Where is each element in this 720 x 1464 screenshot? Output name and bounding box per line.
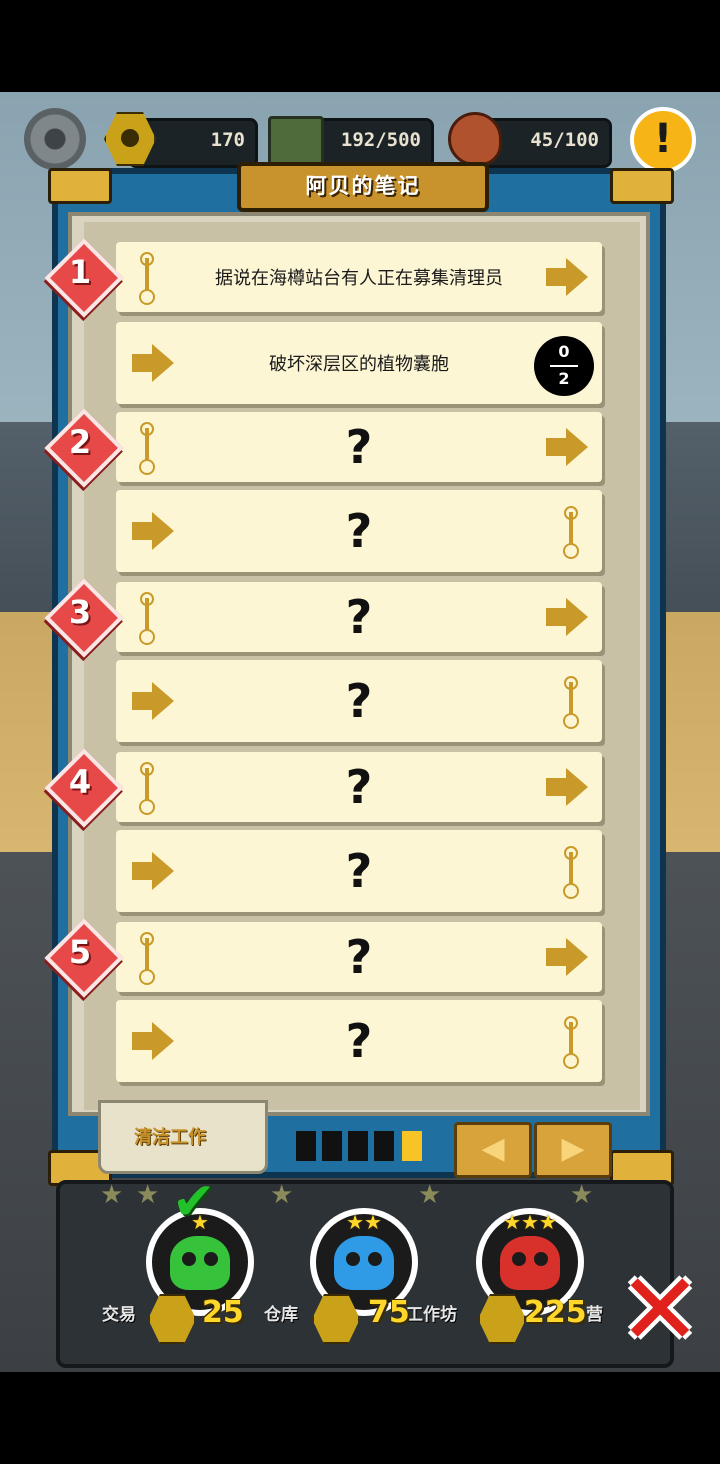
- crate-icon: [268, 116, 324, 166]
- skull-icon: [334, 1236, 394, 1290]
- arrow-right-icon: [546, 428, 588, 466]
- chapter-3-badge: 3: [44, 578, 124, 658]
- progress-current: 0: [558, 342, 570, 361]
- pin-icon: [564, 676, 578, 726]
- quest-text: 据说在海樽站台有人正在募集清理员: [215, 268, 503, 289]
- bg-label-trade: 交易: [102, 1305, 136, 1325]
- progress-divider: [550, 365, 578, 367]
- unknown-mark: ?: [345, 760, 373, 814]
- alert-button[interactable]: !: [630, 107, 696, 173]
- meat-icon: [448, 112, 502, 166]
- quest-row-1-sub[interactable]: 破坏深层区的植物囊胞 0 2: [116, 322, 602, 404]
- unknown-mark: ?: [345, 1014, 373, 1068]
- page-dot-active: [402, 1131, 422, 1161]
- quest-row-2-sub[interactable]: ?: [116, 490, 602, 572]
- next-page-button[interactable]: ▶: [534, 1122, 612, 1178]
- storage-value: 192/500: [340, 129, 421, 151]
- star-icon: ★: [570, 1180, 594, 1210]
- star-icon: ★: [270, 1180, 294, 1210]
- unknown-mark: ?: [345, 590, 373, 644]
- cost-normal: 75: [368, 1295, 410, 1330]
- settings-gear-icon[interactable]: [24, 108, 86, 170]
- quest-row-3-sub[interactable]: ?: [116, 660, 602, 742]
- quest-row-4-main[interactable]: ?: [116, 752, 602, 822]
- chapter-4-badge: 4: [44, 748, 124, 828]
- quest-row-1-main[interactable]: 据说在海樽站台有人正在募集清理员: [116, 242, 602, 312]
- page-dot: [322, 1131, 342, 1161]
- chapter-2-badge: 2: [44, 408, 124, 488]
- quest-text: 破坏深层区的植物囊胞: [269, 354, 449, 375]
- bottom-bar: [0, 1372, 720, 1464]
- page-dot: [348, 1131, 368, 1161]
- pin-icon: [140, 252, 154, 302]
- chapter-number: 5: [68, 933, 92, 971]
- bg-label-storage: 仓库: [264, 1305, 298, 1325]
- arrow-right-icon: [132, 344, 174, 382]
- star-icon: ★: [418, 1180, 442, 1210]
- corner-bracket: [48, 168, 112, 204]
- unknown-mark: ?: [345, 674, 373, 728]
- tab-label: 清洁工作: [134, 1127, 206, 1148]
- bg-label-camp: 营: [586, 1305, 603, 1325]
- unknown-mark: ?: [345, 504, 373, 558]
- prev-page-button[interactable]: ◀: [454, 1122, 532, 1178]
- pin-icon: [564, 846, 578, 896]
- star-icon: ★: [100, 1180, 124, 1210]
- corner-bracket: [610, 168, 674, 204]
- pin-icon: [564, 1016, 578, 1066]
- unknown-mark: ?: [345, 420, 373, 474]
- page-dot: [296, 1131, 316, 1161]
- quest-row-4-sub[interactable]: ?: [116, 830, 602, 912]
- bg-label-workshop: 工作坊: [406, 1305, 457, 1325]
- quest-row-5-sub[interactable]: ?: [116, 1000, 602, 1082]
- arrow-right-icon: [546, 258, 588, 296]
- skull-icon: [500, 1236, 560, 1290]
- difficulty-stars: ★★★: [503, 1210, 557, 1234]
- chapter-5-badge: 5: [44, 918, 124, 998]
- selected-check-icon: ✔: [172, 1172, 216, 1232]
- cost-hard: 225: [524, 1295, 587, 1330]
- pin-icon: [564, 506, 578, 556]
- nuts-value: 170: [210, 129, 245, 151]
- quest-row-2-main[interactable]: ?: [116, 412, 602, 482]
- quest-row-3-main[interactable]: ?: [116, 582, 602, 652]
- chapter-1-badge: 1: [44, 238, 124, 318]
- tab-cleaning-work[interactable]: 清洁工作: [98, 1100, 268, 1174]
- progress-badge: 0 2: [534, 336, 594, 396]
- arrow-right-icon: [546, 768, 588, 806]
- notebook-title: 阿贝的笔记: [237, 162, 489, 212]
- chapter-number: 4: [68, 763, 92, 801]
- chapter-number: 2: [68, 423, 92, 461]
- chapter-number: 1: [68, 253, 92, 291]
- cost-easy: 25: [202, 1295, 244, 1330]
- quest-row-5-main[interactable]: ?: [116, 922, 602, 992]
- difficulty-stars: ★★: [346, 1210, 382, 1234]
- unknown-mark: ?: [345, 844, 373, 898]
- arrow-right-icon: [546, 938, 588, 976]
- close-button[interactable]: ✕: [614, 1260, 706, 1360]
- arrow-right-icon: [546, 598, 588, 636]
- skull-icon: [170, 1236, 230, 1290]
- star-icon: ★: [136, 1180, 160, 1210]
- chapter-number: 3: [68, 593, 92, 631]
- food-value: 45/100: [530, 129, 599, 151]
- progress-total: 2: [558, 369, 570, 388]
- page-dot: [374, 1131, 394, 1161]
- unknown-mark: ?: [345, 930, 373, 984]
